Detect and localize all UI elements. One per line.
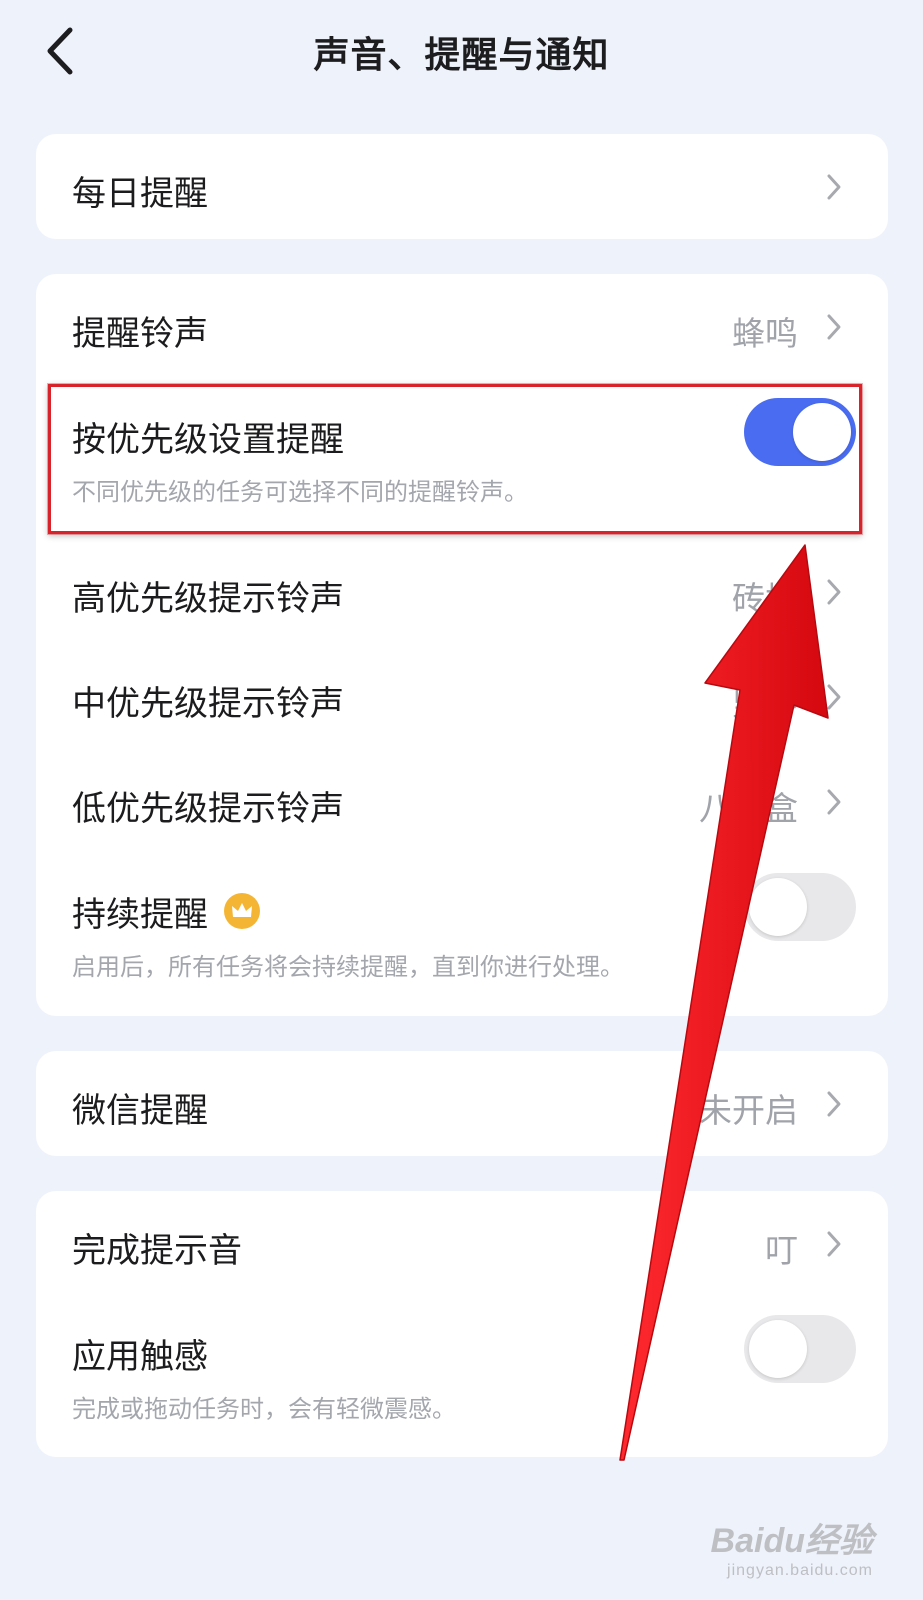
row-label: 每日提醒 bbox=[72, 174, 208, 214]
priority-reminder-toggle[interactable] bbox=[744, 398, 856, 466]
row-label: 微信提醒 bbox=[72, 1091, 208, 1131]
low-priority-ringtone-row[interactable]: 低优先级提示铃声 八音盒 bbox=[36, 749, 888, 854]
row-description: 完成或拖动任务时，会有轻微震感。 bbox=[72, 1395, 456, 1423]
toggle-knob bbox=[749, 878, 807, 936]
continuous-reminder-toggle[interactable] bbox=[744, 873, 856, 941]
daily-reminder-row[interactable]: 每日提醒 bbox=[36, 134, 888, 239]
chevron-right-icon bbox=[827, 789, 841, 815]
completion-sound-row[interactable]: 完成提示音 叮 bbox=[36, 1191, 888, 1296]
row-label: 低优先级提示铃声 bbox=[72, 789, 344, 829]
mid-priority-ringtone-row[interactable]: 中优先级提示铃声 竖琴 bbox=[36, 644, 888, 749]
page-title: 声音、提醒与通知 bbox=[313, 35, 610, 76]
continuous-reminder-row: 持续提醒 启用后，所有任务将会持续提醒，直到你进行处理。 bbox=[36, 859, 888, 1009]
chevron-right-icon bbox=[827, 314, 841, 340]
high-priority-ringtone-row[interactable]: 高优先级提示铃声 砖块 bbox=[36, 539, 888, 644]
wechat-card: 微信提醒 未开启 bbox=[36, 1051, 888, 1156]
haptics-toggle[interactable] bbox=[744, 1315, 856, 1383]
watermark-logo: Baidu经验 bbox=[710, 1522, 873, 1560]
row-description: 不同优先级的任务可选择不同的提醒铃声。 bbox=[72, 478, 528, 506]
haptics-row: 应用触感 完成或拖动任务时，会有轻微震感。 bbox=[36, 1301, 888, 1451]
row-label: 完成提示音 bbox=[72, 1231, 242, 1271]
row-label: 应用触感 bbox=[72, 1337, 208, 1377]
row-label: 中优先级提示铃声 bbox=[72, 684, 344, 724]
row-label: 按优先级设置提醒 bbox=[72, 420, 344, 460]
top-bar: 声音、提醒与通知 bbox=[0, 0, 923, 105]
row-value: 砖块 bbox=[732, 579, 798, 618]
chevron-right-icon bbox=[827, 579, 841, 605]
chevron-right-icon bbox=[827, 1231, 841, 1257]
row-value: 竖琴 bbox=[732, 684, 798, 723]
row-value: 八音盒 bbox=[699, 789, 798, 828]
feedback-card: 完成提示音 叮 应用触感 完成或拖动任务时，会有轻微震感。 bbox=[36, 1191, 888, 1457]
daily-reminder-card: 每日提醒 bbox=[36, 134, 888, 239]
chevron-right-icon bbox=[827, 174, 841, 200]
priority-reminder-row: 按优先级设置提醒 不同优先级的任务可选择不同的提醒铃声。 bbox=[36, 384, 888, 534]
wechat-reminder-row[interactable]: 微信提醒 未开启 bbox=[36, 1051, 888, 1156]
watermark-url: jingyan.baidu.com bbox=[727, 1562, 873, 1579]
ringtone-row[interactable]: 提醒铃声 蜂鸣 bbox=[36, 274, 888, 379]
crown-icon bbox=[224, 893, 260, 929]
toggle-knob bbox=[793, 403, 851, 461]
row-value: 叮 bbox=[765, 1231, 798, 1270]
ringtone-card: 提醒铃声 蜂鸣 按优先级设置提醒 不同优先级的任务可选择不同的提醒铃声。 高优先… bbox=[36, 274, 888, 1016]
toggle-knob bbox=[749, 1320, 807, 1378]
row-label: 高优先级提示铃声 bbox=[72, 579, 344, 619]
chevron-right-icon bbox=[827, 1091, 841, 1117]
row-description: 启用后，所有任务将会持续提醒，直到你进行处理。 bbox=[72, 953, 624, 981]
chevron-right-icon bbox=[827, 684, 841, 710]
row-value: 蜂鸣 bbox=[732, 314, 798, 353]
row-value: 未开启 bbox=[699, 1091, 798, 1130]
row-label: 持续提醒 bbox=[72, 895, 208, 935]
row-label: 提醒铃声 bbox=[72, 314, 208, 354]
baidu-watermark: Baidu经验 jingyan.baidu.com bbox=[711, 1513, 873, 1580]
